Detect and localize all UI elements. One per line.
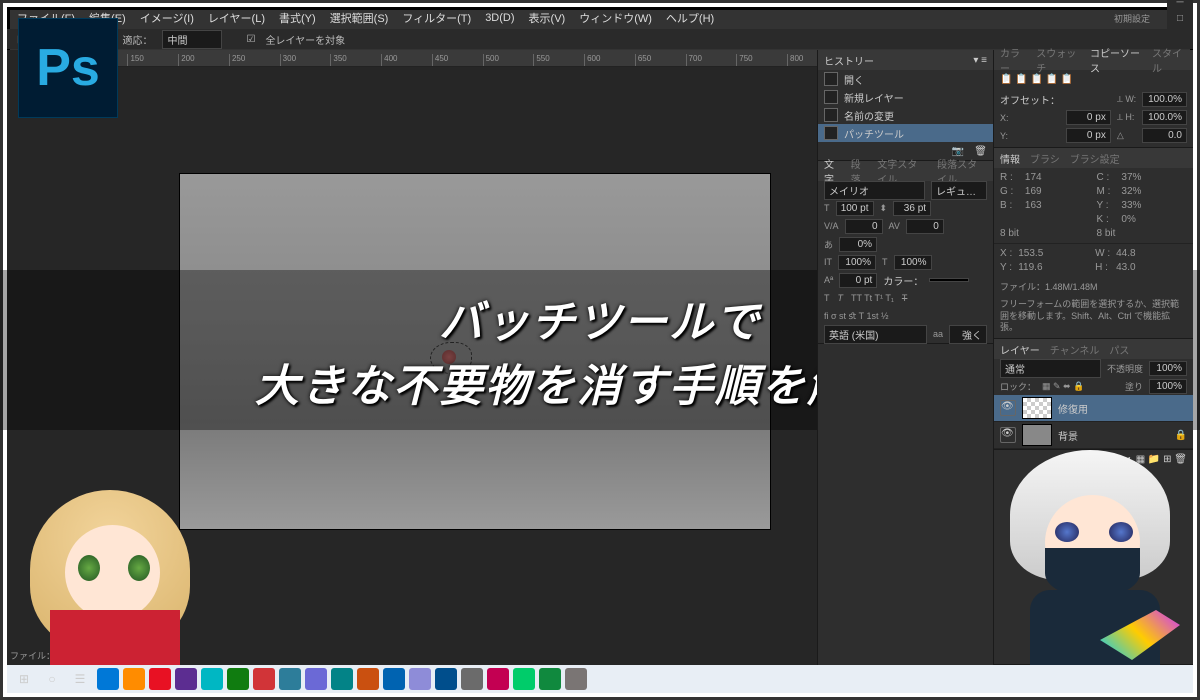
paths-tab[interactable]: パス: [1109, 342, 1129, 357]
clone-y[interactable]: 0 px: [1066, 128, 1111, 143]
lock-icons[interactable]: ▦ ✎ ⬌ 🔒: [1042, 381, 1084, 392]
menu-layer[interactable]: レイヤー(L): [208, 10, 265, 26]
blend-mode[interactable]: 通常: [1000, 359, 1101, 378]
clone-x[interactable]: 0 px: [1066, 110, 1111, 125]
menu-3d[interactable]: 3D(D): [485, 12, 514, 24]
layer-row[interactable]: 👁修復用: [994, 395, 1193, 422]
menu-image[interactable]: イメージ(I): [140, 10, 194, 26]
photoshop-logo: Ps: [18, 18, 118, 118]
taskbar-app[interactable]: [513, 668, 535, 690]
info-hint: フリーフォームの範囲を選択するか、選択範囲を移動します。Shift、Alt、Ct…: [994, 295, 1193, 338]
menu-type[interactable]: 書式(Y): [279, 10, 316, 26]
offset-label: オフセット：: [1000, 92, 1060, 107]
trash-icon[interactable]: 🗑: [974, 146, 987, 157]
taskbar-app[interactable]: [539, 668, 561, 690]
taskbar-app[interactable]: [461, 668, 483, 690]
taskbar-app[interactable]: [279, 668, 301, 690]
menu-view[interactable]: 表示(V): [529, 10, 566, 26]
max-button[interactable]: □: [1167, 10, 1193, 26]
taskbar: ⊞ ○ ☰: [7, 665, 1193, 693]
fill-field[interactable]: 100%: [1149, 379, 1187, 394]
taskbar-app[interactable]: [565, 668, 587, 690]
color-label: カラー：: [883, 273, 923, 288]
lang-select[interactable]: 英語 (米国): [824, 325, 927, 344]
vscale[interactable]: 100%: [838, 255, 876, 270]
eye-icon[interactable]: 👁: [1000, 400, 1016, 416]
font-size[interactable]: 100 pt: [836, 201, 874, 216]
taskbar-app[interactable]: [149, 668, 171, 690]
opt-adapt-label: 適応：: [122, 32, 152, 47]
taskbar-app[interactable]: [253, 668, 275, 690]
color-tab[interactable]: カラー: [1000, 45, 1026, 75]
brushpreset-tab[interactable]: ブラシ設定: [1070, 151, 1120, 166]
history-item[interactable]: 名前の変更: [818, 106, 993, 124]
start-button[interactable]: ⊞: [13, 668, 35, 690]
clone-h[interactable]: 100.0%: [1142, 110, 1187, 125]
taskbar-app[interactable]: [435, 668, 457, 690]
kerning[interactable]: 0: [845, 219, 883, 234]
layers-tab[interactable]: レイヤー: [1000, 342, 1040, 357]
info-file: ファイル：1.48M/1.48M: [994, 277, 1193, 295]
font-select[interactable]: メイリオ: [824, 181, 925, 200]
avatar-boy: [990, 440, 1180, 670]
menu-bar: ファイル(F) 編集(E) イメージ(I) レイヤー(L) 書式(Y) 選択範囲…: [7, 7, 1193, 29]
menu-select[interactable]: 選択範囲(S): [330, 10, 389, 26]
lock-icon: 🔒: [1175, 430, 1187, 441]
clone-w[interactable]: 100.0%: [1142, 92, 1187, 107]
type-options[interactable]: T T TT Tt T¹ T₁ T: [818, 289, 993, 307]
camera-icon[interactable]: 📷: [952, 146, 964, 157]
taskbar-app[interactable]: [123, 668, 145, 690]
history-item[interactable]: 新規レイヤー: [818, 88, 993, 106]
history-panel: ヒストリー▾ ≡ 開く 新規レイヤー 名前の変更 パッチツール 📷🗑: [818, 50, 993, 161]
info-tab[interactable]: 情報: [1000, 151, 1020, 166]
taskbar-app[interactable]: [331, 668, 353, 690]
headline-line1: バッチツールで: [439, 286, 761, 350]
menu-help[interactable]: ヘルプ(H): [666, 10, 714, 26]
hscale[interactable]: 100%: [894, 255, 932, 270]
taskbar-app[interactable]: [97, 668, 119, 690]
taskview-button[interactable]: ☰: [69, 668, 91, 690]
tsume[interactable]: 0%: [839, 237, 877, 252]
text-color[interactable]: [929, 278, 969, 282]
search-button[interactable]: ○: [41, 668, 63, 690]
opt-adapt-select[interactable]: 中間: [162, 30, 222, 49]
taskbar-app[interactable]: [357, 668, 379, 690]
swatch-tab[interactable]: スウォッチ: [1036, 45, 1080, 75]
menu-filter[interactable]: フィルター(T): [402, 10, 471, 26]
avatar-girl: [20, 470, 200, 670]
min-button[interactable]: ─: [1167, 0, 1193, 10]
channels-tab[interactable]: チャンネル: [1050, 342, 1100, 357]
taskbar-app[interactable]: [409, 668, 431, 690]
workspace-button[interactable]: 初期設定: [1114, 12, 1150, 25]
clone-rot[interactable]: 0.0: [1142, 128, 1187, 143]
taskbar-app[interactable]: [201, 668, 223, 690]
menu-window[interactable]: ウィンドウ(W): [579, 10, 652, 26]
taskbar-app[interactable]: [305, 668, 327, 690]
brush-tab[interactable]: ブラシ: [1030, 151, 1060, 166]
opacity-field[interactable]: 100%: [1149, 361, 1187, 376]
taskbar-app[interactable]: [175, 668, 197, 690]
color-panel: カラー スウォッチ コピーソース スタイル 📋 📋 📋 📋 📋 オフセット： ⟂…: [994, 50, 1193, 148]
history-item[interactable]: パッチツール: [818, 124, 993, 142]
character-panel: 文字 段落 文字スタイル 段落スタイル メイリオレギュ… T100 pt⬍36 …: [818, 161, 993, 344]
aa-select[interactable]: 強く: [949, 325, 987, 344]
tracking[interactable]: 0: [906, 219, 944, 234]
opentype-options[interactable]: fi σ st ﬆ T 1st ½: [818, 307, 993, 325]
history-tab[interactable]: ヒストリー: [824, 53, 874, 68]
info-panel: 情報 ブラシ ブラシ設定 R :174C :37% G :169M :32% B…: [994, 148, 1193, 339]
fontstyle-select[interactable]: レギュ…: [931, 181, 987, 200]
history-item[interactable]: 開く: [818, 70, 993, 88]
clonesource-tab[interactable]: コピーソース: [1090, 45, 1142, 75]
baseline[interactable]: 0 pt: [839, 273, 877, 288]
leading[interactable]: 36 pt: [893, 201, 931, 216]
taskbar-app[interactable]: [383, 668, 405, 690]
taskbar-app[interactable]: [487, 668, 509, 690]
taskbar-app[interactable]: [227, 668, 249, 690]
opt-all-layers[interactable]: 全レイヤーを対象: [265, 32, 345, 47]
styles-tab[interactable]: スタイル: [1152, 45, 1187, 75]
